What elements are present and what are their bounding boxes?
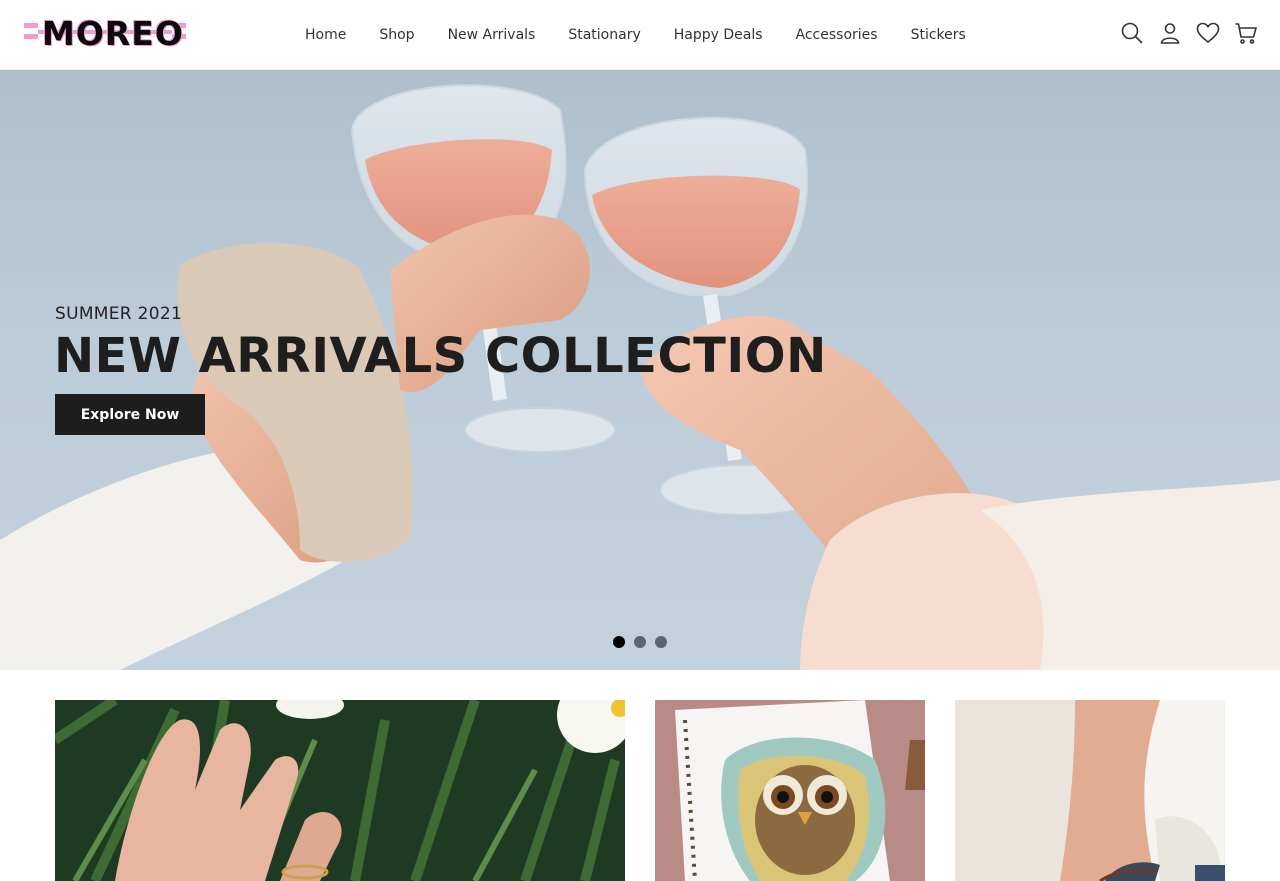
cart-icon[interactable] xyxy=(1232,19,1260,47)
user-icon[interactable] xyxy=(1156,19,1184,47)
rings-image xyxy=(55,700,625,881)
site-logo[interactable]: MOREO xyxy=(24,14,186,54)
bracelet-image xyxy=(955,700,1225,881)
logo-text: MOREO xyxy=(42,14,184,53)
slider-dot-1[interactable] xyxy=(613,636,625,648)
search-icon[interactable] xyxy=(1118,19,1146,47)
hero-title: NEW ARRIVALS COLLECTION xyxy=(54,328,827,384)
category-tile-rings[interactable] xyxy=(55,700,625,881)
heart-icon[interactable] xyxy=(1194,19,1222,47)
nav-item-shop[interactable]: Shop xyxy=(379,27,414,43)
slider-pagination xyxy=(613,636,667,648)
explore-now-button[interactable]: Explore Now xyxy=(55,394,205,435)
hero-banner: SUMMER 2021 NEW ARRIVALS COLLECTION Expl… xyxy=(0,70,1280,670)
hero-eyebrow: SUMMER 2021 xyxy=(55,304,183,324)
category-tile-notebooks[interactable] xyxy=(655,700,925,881)
nav-item-stationary[interactable]: Stationary xyxy=(568,27,640,43)
nav-item-accessories[interactable]: Accessories xyxy=(796,27,878,43)
nav-item-new-arrivals[interactable]: New Arrivals xyxy=(448,27,536,43)
nav-item-stickers[interactable]: Stickers xyxy=(911,27,966,43)
main-nav: Home Shop New Arrivals Stationary Happy … xyxy=(305,0,966,70)
category-tile-bracelets[interactable] xyxy=(955,700,1225,881)
slider-dot-3[interactable] xyxy=(655,636,667,648)
header-actions xyxy=(1118,19,1260,47)
site-header: MOREO Home Shop New Arrivals Stationary … xyxy=(0,0,1280,70)
slider-dot-2[interactable] xyxy=(634,636,646,648)
nav-item-happy-deals[interactable]: Happy Deals xyxy=(674,27,763,43)
notebook-image xyxy=(655,700,925,881)
nav-item-home[interactable]: Home xyxy=(305,27,346,43)
